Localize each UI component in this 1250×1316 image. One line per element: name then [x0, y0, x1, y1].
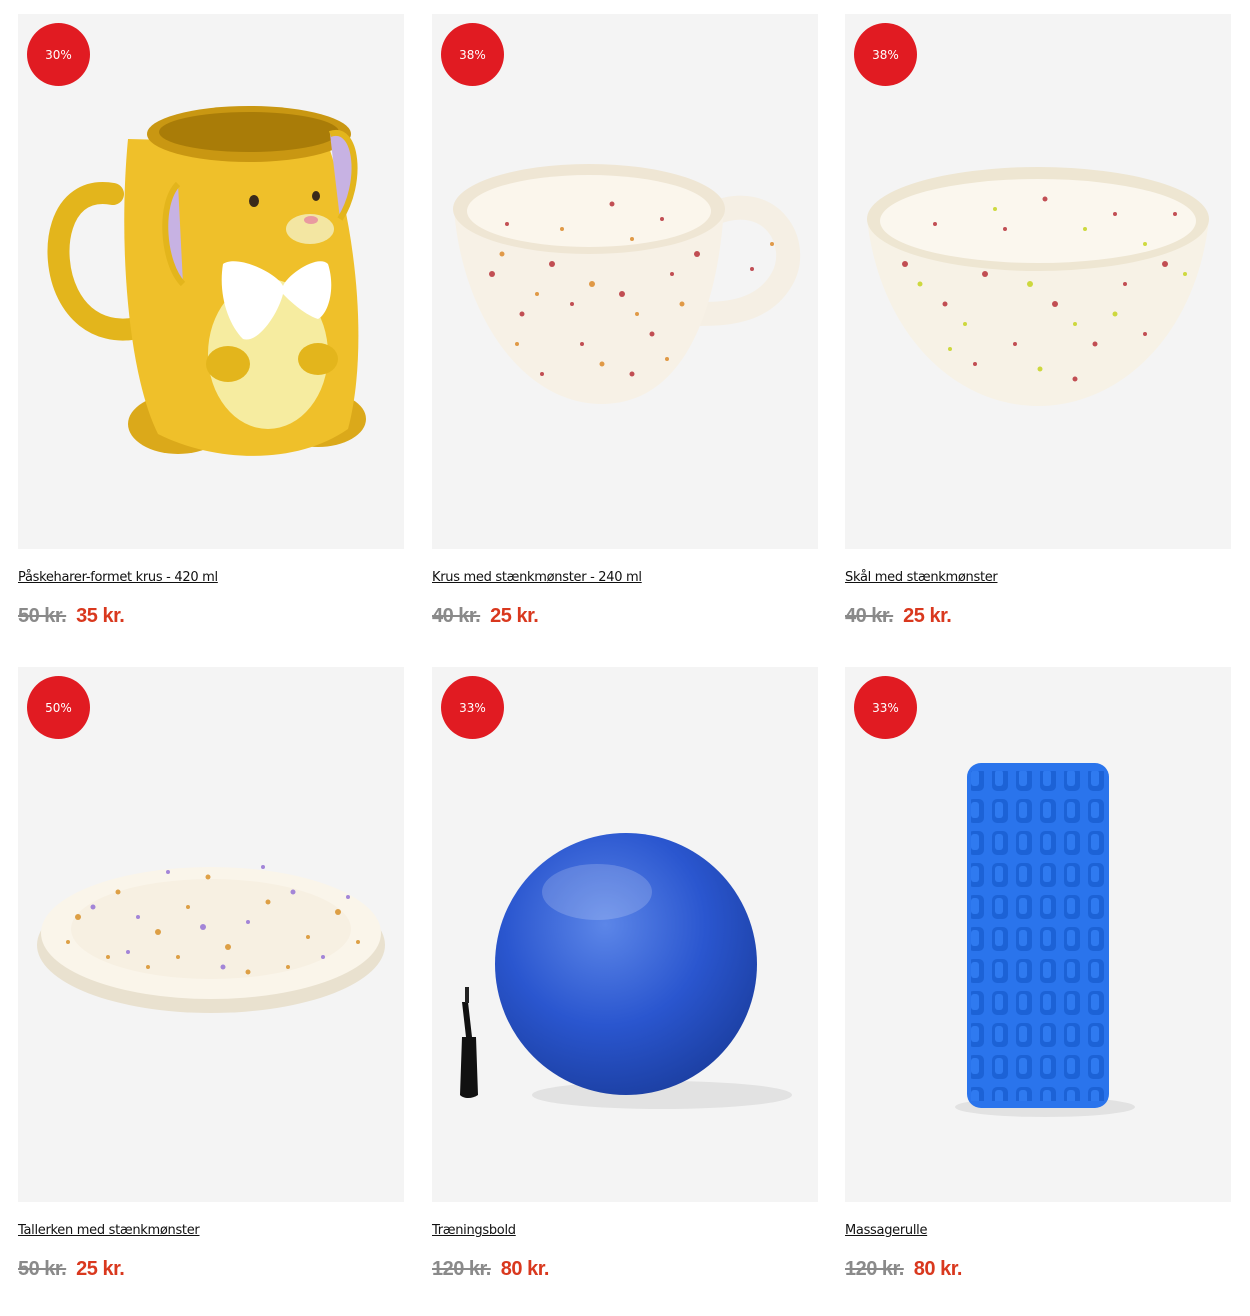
product-image-link[interactable]: 38% [845, 14, 1231, 549]
foam-roller-icon [955, 763, 1135, 1117]
speckled-plate-icon [37, 865, 385, 1013]
product-image-link[interactable]: 33% [845, 667, 1231, 1202]
exercise-ball-icon [460, 833, 792, 1109]
discount-badge: 38% [854, 23, 917, 86]
discount-badge: 50% [27, 676, 90, 739]
product-title[interactable]: Påskeharer-formet krus - 420 ml [18, 570, 218, 585]
product-grid: 30% Påskeharer-formet krus - 420 ml 50 k… [0, 0, 1250, 1316]
price-row: 120 kr. 80 kr. [845, 1258, 962, 1284]
product-image-link[interactable]: 30% [18, 14, 404, 549]
product-title[interactable]: Skål med stænkmønster [845, 570, 998, 585]
sale-price: 25 kr. [903, 605, 952, 627]
price-row: 40 kr. 25 kr. [432, 605, 539, 631]
discount-badge: 30% [27, 23, 90, 86]
price-row: 50 kr. 25 kr. [18, 1258, 125, 1284]
price-row: 40 kr. 25 kr. [845, 605, 952, 631]
discount-badge: 33% [441, 676, 504, 739]
sale-price: 35 kr. [76, 605, 125, 627]
old-price: 40 kr. [845, 605, 894, 627]
old-price: 40 kr. [432, 605, 481, 627]
product-title[interactable]: Krus med stænkmønster - 240 ml [432, 570, 642, 585]
old-price: 120 kr. [432, 1258, 491, 1280]
speckled-bowl-icon [867, 167, 1209, 406]
speckled-mug-icon [453, 164, 801, 404]
product-image-link[interactable]: 50% [18, 667, 404, 1202]
old-price: 120 kr. [845, 1258, 904, 1280]
sale-price: 25 kr. [76, 1258, 125, 1280]
discount-badge: 33% [854, 676, 917, 739]
price-row: 120 kr. 80 kr. [432, 1258, 549, 1284]
sale-price: 25 kr. [490, 605, 539, 627]
sale-price: 80 kr. [913, 1258, 963, 1280]
sale-price: 80 kr. [500, 1258, 550, 1280]
product-title[interactable]: Tallerken med stænkmønster [18, 1223, 200, 1238]
discount-badge: 38% [441, 23, 504, 86]
old-price: 50 kr. [18, 605, 67, 627]
product-image-link[interactable]: 38% [432, 14, 818, 549]
bunny-mug-icon [47, 106, 366, 456]
price-row: 50 kr. 35 kr. [18, 605, 125, 631]
product-image-link[interactable]: 33% [432, 667, 818, 1202]
product-title[interactable]: Massagerulle [845, 1223, 927, 1238]
old-price: 50 kr. [18, 1258, 67, 1280]
product-title[interactable]: Træningsbold [432, 1223, 516, 1238]
